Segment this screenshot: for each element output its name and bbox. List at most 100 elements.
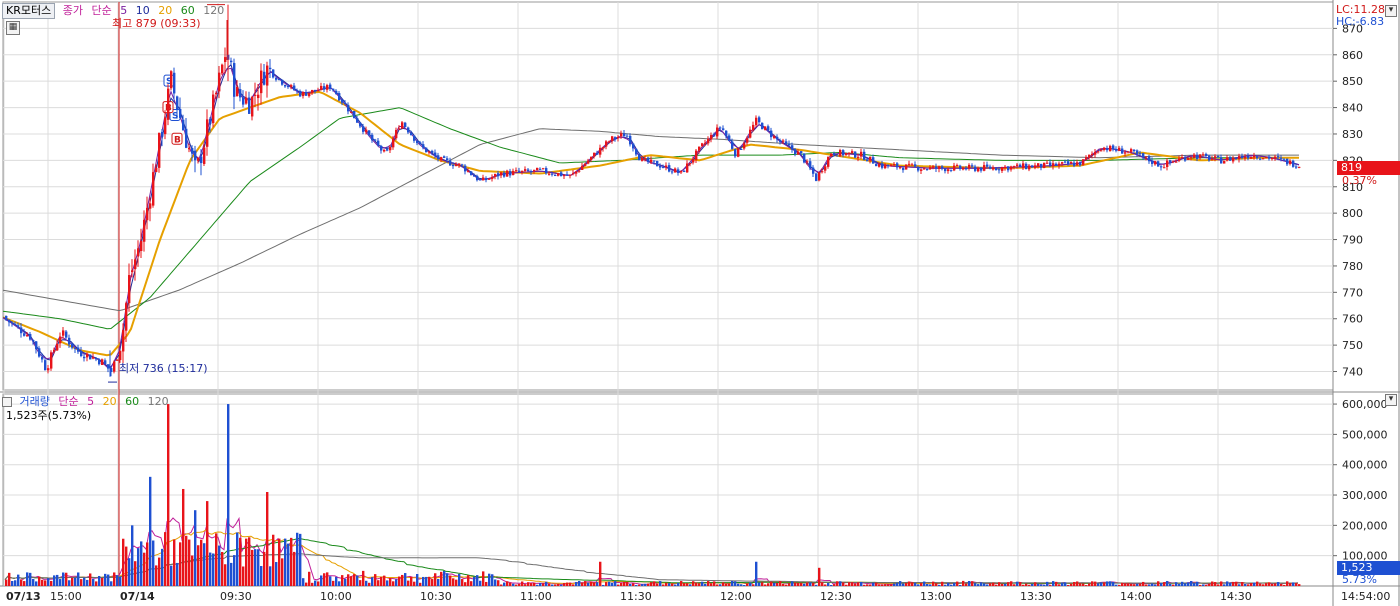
price-indicator-method[interactable]: 단순 <box>91 4 111 17</box>
candle-body <box>1028 165 1031 170</box>
volume-bar <box>551 584 554 586</box>
volume-bar <box>266 492 269 586</box>
volume-bar <box>1073 581 1076 586</box>
volume-indicator-name[interactable]: 거래량 <box>20 395 50 408</box>
candle-body <box>860 151 863 157</box>
candle-body <box>977 168 980 172</box>
buy-marker: B <box>174 135 181 145</box>
vma5-period[interactable]: 5 <box>87 395 94 408</box>
volume-bar <box>542 583 545 586</box>
candle-body <box>650 159 653 163</box>
candle-body <box>1142 153 1145 158</box>
candle-body <box>338 93 341 101</box>
candle-body <box>98 359 101 365</box>
candle-body <box>317 90 320 92</box>
ma120-period[interactable]: 120 <box>203 4 224 17</box>
candle-body <box>275 77 278 80</box>
panel-menu-icon[interactable]: ▾ <box>1385 5 1397 17</box>
vma20-period[interactable]: 20 <box>103 395 117 408</box>
volume-bar <box>776 582 779 586</box>
volume-bar <box>416 574 419 586</box>
candle-body <box>1127 151 1130 153</box>
volume-bar <box>983 583 986 586</box>
candle-body <box>1244 156 1247 159</box>
ma60-period[interactable]: 60 <box>181 4 195 17</box>
price-indicator-name[interactable]: 종가 <box>63 4 83 17</box>
volume-bar <box>761 582 764 586</box>
candle-body <box>947 169 950 172</box>
candle-body <box>776 136 779 140</box>
candle-body <box>848 152 851 154</box>
candle-body <box>383 149 386 152</box>
volume-bar <box>104 573 107 586</box>
candle-body <box>1043 162 1046 168</box>
candle-body <box>251 96 254 117</box>
volume-bar <box>398 576 401 586</box>
candle-body <box>314 89 317 92</box>
volume-bar <box>347 574 350 586</box>
vma60-period[interactable]: 60 <box>125 395 139 408</box>
volume-bar <box>470 581 473 586</box>
candle-body <box>467 170 470 172</box>
grid-toggle-icon[interactable]: ▦ <box>6 21 20 35</box>
candle-body <box>710 135 713 140</box>
volume-bar <box>332 580 335 586</box>
vma120-period[interactable]: 120 <box>148 395 169 408</box>
volume-bar <box>659 581 662 586</box>
candle-body <box>767 126 770 131</box>
candle-body <box>902 167 905 171</box>
candle-body <box>875 164 878 167</box>
candle-body <box>74 347 77 349</box>
price-axis-label: 770 <box>1342 286 1363 299</box>
candle-body <box>596 153 599 155</box>
candle-body <box>830 153 833 157</box>
volume-bar <box>956 581 959 586</box>
volume-bar <box>1112 581 1115 586</box>
volume-bar <box>341 575 344 586</box>
candle-body <box>179 108 182 118</box>
candle-body <box>923 168 926 170</box>
candle-body <box>1085 157 1088 160</box>
volume-bar <box>200 539 203 586</box>
candle-body <box>1250 156 1253 159</box>
candle-body <box>488 178 491 180</box>
candle-body <box>410 133 413 136</box>
volume-panel-icon[interactable] <box>2 397 12 407</box>
volume-bar <box>767 583 770 586</box>
candle-body <box>1220 157 1223 164</box>
candle-body <box>329 84 332 89</box>
ma20-period[interactable]: 20 <box>158 4 172 17</box>
candle-body <box>680 170 683 173</box>
candle-body <box>782 140 785 142</box>
ma10-period[interactable]: 10 <box>136 4 150 17</box>
candle-body <box>842 150 845 156</box>
candle-body <box>530 171 533 173</box>
stock-name-box[interactable]: KR모터스 <box>2 3 56 19</box>
volume-indicator-method[interactable]: 단순 <box>58 395 78 408</box>
candle-body <box>905 164 908 170</box>
candle-body <box>953 165 956 171</box>
volume-bar <box>593 582 596 586</box>
candle-body <box>35 341 38 350</box>
candle-body <box>1103 147 1106 151</box>
candle-body <box>1052 163 1055 167</box>
volume-bar <box>1238 584 1241 586</box>
volume-panel-menu-icon[interactable]: ▾ <box>1385 394 1397 406</box>
candle-body <box>803 153 806 163</box>
volume-bar <box>1241 582 1244 586</box>
ma5-period[interactable]: 5 <box>120 4 127 17</box>
volume-bar <box>821 582 824 586</box>
chart-area[interactable]: SSBB 87086085084083082081080079078077076… <box>0 0 1400 606</box>
candle-body <box>734 149 737 157</box>
volume-bar <box>1286 581 1289 586</box>
volume-bar <box>746 583 749 586</box>
volume-bar <box>185 535 188 586</box>
candle-body <box>1178 158 1181 161</box>
candle-body <box>611 136 614 142</box>
candle-body <box>173 72 176 94</box>
candle-body <box>992 167 995 170</box>
volume-bar <box>1115 584 1118 586</box>
candle-body <box>692 159 695 163</box>
candle-body <box>299 90 302 97</box>
candle-body <box>1070 162 1073 164</box>
